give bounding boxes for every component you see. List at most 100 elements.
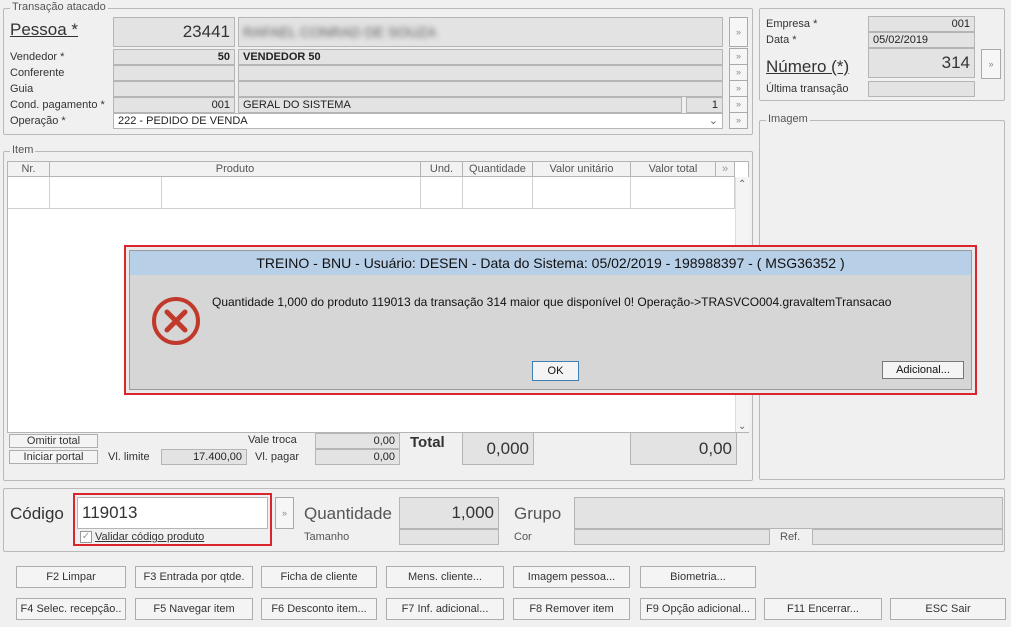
cond-pagamento-code-field[interactable]: 001 bbox=[113, 97, 235, 113]
total-value-field: 0,00 bbox=[630, 432, 737, 465]
f6-desconto-item-button[interactable]: F6 Desconto item... bbox=[261, 598, 377, 620]
empresa-label: Empresa * bbox=[766, 18, 818, 30]
scroll-up-icon[interactable]: ⌃ bbox=[738, 179, 746, 190]
cor-field[interactable] bbox=[574, 529, 770, 545]
f5-navegar-item-button[interactable]: F5 Navegar item bbox=[135, 598, 253, 620]
quantidade-field[interactable]: 1,000 bbox=[399, 497, 499, 529]
pessoa-code-field[interactable]: 23441 bbox=[113, 17, 235, 47]
chevron-down-icon: ⌄ bbox=[708, 115, 718, 127]
adicional-button[interactable]: Adicional... bbox=[882, 361, 964, 379]
pessoa-name-field[interactable]: RAFAEL CONRAD DE SOUZA bbox=[238, 17, 723, 47]
cond-pagamento-search-button[interactable]: » bbox=[729, 96, 748, 113]
operacao-select[interactable]: 222 - PEDIDO DE VENDA ⌄ bbox=[113, 113, 723, 129]
grupo-field[interactable] bbox=[574, 497, 1003, 529]
iniciar-portal-button[interactable]: Iniciar portal bbox=[9, 450, 98, 464]
ultima-transacao-field[interactable] bbox=[868, 81, 975, 97]
tamanho-label: Tamanho bbox=[304, 531, 350, 543]
data-field[interactable]: 05/02/2019 bbox=[868, 32, 975, 48]
vale-troca-field: 0,00 bbox=[315, 433, 400, 449]
pessoa-name-text: RAFAEL CONRAD DE SOUZA bbox=[243, 24, 437, 40]
numero-label: Número (*) bbox=[766, 57, 850, 76]
numero-field[interactable]: 314 bbox=[868, 48, 975, 78]
transacao-title: Transação atacado bbox=[10, 1, 108, 13]
ref-label: Ref. bbox=[780, 531, 801, 543]
conferente-code-field[interactable] bbox=[113, 65, 235, 81]
ultima-transacao-label: Última transação bbox=[766, 83, 849, 95]
operacao-search-button[interactable]: » bbox=[729, 112, 748, 129]
data-label: Data * bbox=[766, 34, 797, 46]
cell-produto[interactable] bbox=[50, 177, 162, 209]
cell-valor-unitario[interactable] bbox=[533, 177, 631, 209]
biometria-button[interactable]: Biometria... bbox=[640, 566, 756, 588]
col-valor-total[interactable]: Valor total bbox=[630, 161, 716, 177]
omitir-total-button[interactable]: Omitir total bbox=[9, 434, 98, 448]
vl-limite-field: 17.400,00 bbox=[161, 449, 247, 465]
vendedor-label: Vendedor * bbox=[10, 51, 65, 63]
vendedor-search-button[interactable]: » bbox=[729, 48, 748, 65]
col-quantidade[interactable]: Quantidade bbox=[462, 161, 533, 177]
col-valor-unitario[interactable]: Valor unitário bbox=[532, 161, 631, 177]
conferente-label: Conferente bbox=[10, 67, 65, 79]
error-dialog-body: TREINO - BNU - Usuário: DESEN - Data do … bbox=[129, 250, 972, 390]
imagem-pessoa-button[interactable]: Imagem pessoa... bbox=[513, 566, 630, 588]
vl-pagar-field: 0,00 bbox=[315, 449, 400, 465]
guia-label: Guia bbox=[10, 83, 34, 95]
imagem-title: Imagem bbox=[766, 113, 810, 125]
conferente-search-button[interactable]: » bbox=[729, 64, 748, 81]
pessoa-label: Pessoa * bbox=[10, 20, 79, 39]
vl-pagar-label: Vl. pagar bbox=[255, 451, 300, 463]
vale-troca-label: Vale troca bbox=[248, 434, 297, 446]
codigo-input[interactable]: 119013 bbox=[77, 497, 268, 529]
cor-label: Cor bbox=[514, 531, 532, 543]
f8-remover-item-button[interactable]: F8 Remover item bbox=[513, 598, 630, 620]
numero-search-button[interactable]: » bbox=[981, 49, 1001, 79]
ok-button[interactable]: OK bbox=[532, 361, 579, 381]
tamanho-field[interactable] bbox=[399, 529, 499, 545]
grid-options-button[interactable]: » bbox=[715, 161, 735, 177]
vendedor-code-field[interactable]: 50 bbox=[113, 49, 235, 65]
error-dialog: TREINO - BNU - Usuário: DESEN - Data do … bbox=[124, 245, 977, 395]
total-label: Total bbox=[410, 434, 445, 451]
cond-pagamento-name-field[interactable]: GERAL DO SISTEMA bbox=[238, 97, 682, 113]
scroll-down-icon[interactable]: ⌄ bbox=[738, 421, 746, 432]
cell-produto-2[interactable] bbox=[162, 177, 421, 209]
col-nr[interactable]: Nr. bbox=[7, 161, 50, 177]
codigo-label: Código bbox=[10, 504, 64, 523]
f3-entrada-button[interactable]: F3 Entrada por qtde. bbox=[135, 566, 253, 588]
total-qty-field: 0,000 bbox=[462, 432, 534, 465]
cond-pagamento-num-field[interactable]: 1 bbox=[686, 97, 723, 113]
vendedor-name-field[interactable]: VENDEDOR 50 bbox=[238, 49, 723, 65]
cell-quantidade[interactable] bbox=[463, 177, 533, 209]
cell-und[interactable] bbox=[421, 177, 463, 209]
empresa-field[interactable]: 001 bbox=[868, 16, 975, 32]
error-icon bbox=[150, 295, 202, 347]
operacao-value: 222 - PEDIDO DE VENDA bbox=[118, 115, 248, 127]
vl-limite-label: Vl. limite bbox=[108, 451, 150, 463]
error-message: Quantidade 1,000 do produto 119013 da tr… bbox=[212, 295, 892, 309]
item-title: Item bbox=[10, 144, 36, 156]
f4-selec-recepcao-button[interactable]: F4 Selec. recepção.. bbox=[16, 598, 126, 620]
guia-code-field[interactable] bbox=[113, 81, 235, 97]
f9-opcao-adicional-button[interactable]: F9 Opção adicional... bbox=[640, 598, 756, 620]
guia-name-field[interactable] bbox=[238, 81, 723, 97]
f7-inf-adicional-button[interactable]: F7 Inf. adicional... bbox=[386, 598, 504, 620]
cell-nr[interactable] bbox=[8, 177, 50, 209]
pessoa-search-button[interactable]: » bbox=[729, 17, 748, 47]
esc-sair-button[interactable]: ESC Sair bbox=[890, 598, 1006, 620]
f11-encerrar-button[interactable]: F11 Encerrar... bbox=[764, 598, 882, 620]
validar-codigo-label[interactable]: Validar código produto bbox=[95, 531, 204, 543]
ficha-cliente-button[interactable]: Ficha de cliente bbox=[261, 566, 377, 588]
codigo-search-button[interactable]: » bbox=[275, 497, 294, 529]
validar-codigo-checkbox[interactable]: ✓ bbox=[80, 531, 92, 543]
error-dialog-title: TREINO - BNU - Usuário: DESEN - Data do … bbox=[130, 251, 971, 275]
col-produto[interactable]: Produto bbox=[49, 161, 421, 177]
operacao-label: Operação * bbox=[10, 115, 66, 127]
mens-cliente-button[interactable]: Mens. cliente... bbox=[386, 566, 504, 588]
cond-pagamento-label: Cond. pagamento * bbox=[10, 99, 105, 111]
guia-search-button[interactable]: » bbox=[729, 80, 748, 97]
ref-field[interactable] bbox=[812, 529, 1003, 545]
f2-limpar-button[interactable]: F2 Limpar bbox=[16, 566, 126, 588]
cell-valor-total[interactable] bbox=[631, 177, 735, 209]
conferente-name-field[interactable] bbox=[238, 65, 723, 81]
col-und[interactable]: Und. bbox=[420, 161, 463, 177]
